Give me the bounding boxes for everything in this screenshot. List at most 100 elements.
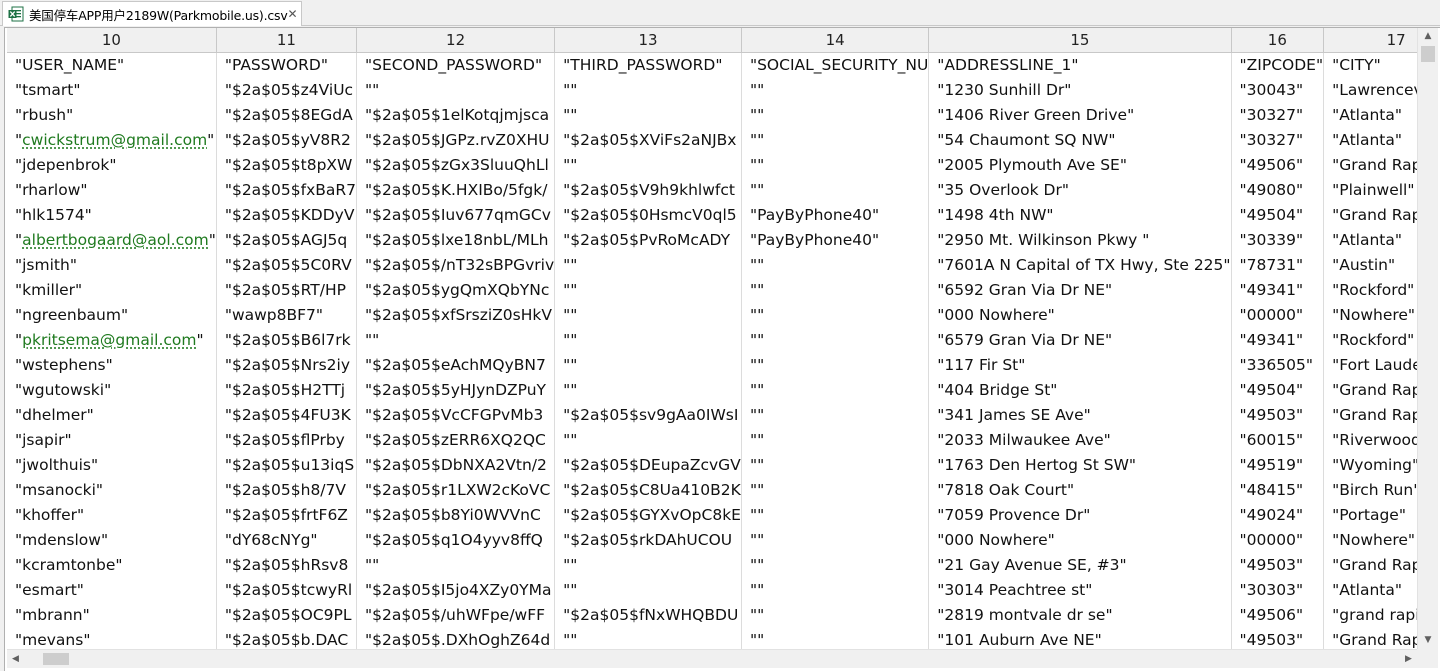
grid-cell[interactable]: "SECOND_PASSWORD" <box>356 52 556 78</box>
grid-cell[interactable]: "$2a$05$JGPz.rvZ0XHU <box>356 127 556 153</box>
grid-cell[interactable]: "$2a$05$XViFs2aNJBx <box>554 127 742 153</box>
grid-cell[interactable]: "Atlanta" <box>1323 227 1417 253</box>
grid-cell[interactable]: "2005 Plymouth Ave SE" <box>928 152 1232 178</box>
grid-cell[interactable]: "" <box>554 352 742 378</box>
grid-cell[interactable]: "cwickstrum@gmail.com" <box>7 127 217 153</box>
grid-cell[interactable]: "$2a$05$t8pXW <box>216 152 358 178</box>
grid-cell[interactable]: "wstephens" <box>7 352 217 378</box>
grid-cell[interactable]: "" <box>554 252 742 278</box>
grid-cell[interactable]: "" <box>741 327 930 353</box>
grid-cell[interactable]: "dY68cNYg" <box>216 527 358 553</box>
grid-cell[interactable]: "49503" <box>1231 627 1325 649</box>
grid-cell[interactable]: "30339" <box>1231 227 1325 253</box>
grid-cell[interactable]: "$2a$05$GYXvOpC8kE <box>554 502 742 528</box>
grid-cell[interactable]: "60015" <box>1231 427 1325 453</box>
grid-cell[interactable]: "" <box>741 502 930 528</box>
grid-cell[interactable]: "$2a$05$VcCFGPvMb3 <box>356 402 556 428</box>
grid-cell[interactable]: "$2a$05$8EGdA <box>216 102 358 128</box>
grid-cell[interactable]: "78731" <box>1231 252 1325 278</box>
email-link[interactable]: albertbogaard@aol.com <box>22 231 209 249</box>
grid-cell[interactable]: "49503" <box>1231 552 1325 578</box>
column-header[interactable]: 10 <box>7 28 217 53</box>
grid-cell[interactable]: "" <box>356 552 556 578</box>
grid-cell[interactable]: "54 Chaumont SQ NW" <box>928 127 1232 153</box>
grid-cell[interactable]: "$2a$05$hRsv8 <box>216 552 358 578</box>
grid-cell[interactable]: "albertbogaard@aol.com" <box>7 227 217 253</box>
grid-cell[interactable]: "00000" <box>1231 302 1325 328</box>
grid-cell[interactable]: "$2a$05$V9h9khlwfct <box>554 177 742 203</box>
column-header[interactable]: 12 <box>356 28 556 53</box>
grid-cell[interactable]: "$2a$05$OC9PL <box>216 602 358 628</box>
grid-cell[interactable]: "mdenslow" <box>7 527 217 553</box>
grid-cell[interactable]: "404 Bridge St" <box>928 377 1232 403</box>
grid-cell[interactable]: "$2a$05$AGJ5q <box>216 227 358 253</box>
grid-cell[interactable]: "48415" <box>1231 477 1325 503</box>
grid-cell[interactable]: "Grand Rapids" <box>1323 552 1417 578</box>
grid-cell[interactable]: "" <box>741 77 930 103</box>
grid-cell[interactable]: "Grand Rapids" <box>1323 202 1417 228</box>
grid-cell[interactable]: "" <box>554 427 742 453</box>
grid-cell[interactable]: "" <box>741 452 930 478</box>
grid-cell[interactable]: "PayByPhone40" <box>741 202 930 228</box>
grid-cell[interactable]: "$2a$05$b.DAC <box>216 627 358 649</box>
grid-cell[interactable]: "$2a$05$/nT32sBPGvriv <box>356 252 556 278</box>
horizontal-scroll-thumb[interactable] <box>43 653 69 665</box>
grid-cell[interactable]: "30327" <box>1231 102 1325 128</box>
grid-cell[interactable]: "jsapir" <box>7 427 217 453</box>
grid-cell[interactable]: "mbrann" <box>7 602 217 628</box>
scroll-right-arrow-icon[interactable]: ▶ <box>1400 650 1417 668</box>
grid-cell[interactable]: "000 Nowhere" <box>928 302 1232 328</box>
grid-cell[interactable]: "2033 Milwaukee Ave" <box>928 427 1232 453</box>
grid-cell[interactable]: "" <box>741 427 930 453</box>
grid-cell[interactable]: "$2a$05$.DXhOghZ64d <box>356 627 556 649</box>
grid-cell[interactable]: "$2a$05$eAchMQyBN7 <box>356 352 556 378</box>
grid-cell[interactable]: "ADDRESSLINE_1" <box>928 52 1232 78</box>
grid-cell[interactable]: "Rockford" <box>1323 277 1417 303</box>
grid-cell[interactable]: "" <box>741 377 930 403</box>
grid-cell[interactable]: "1406 River Green Drive" <box>928 102 1232 128</box>
grid-cell[interactable]: "$2a$05$Iuv677qmGCv <box>356 202 556 228</box>
grid-cell[interactable]: "rharlow" <box>7 177 217 203</box>
grid-cell[interactable]: "$2a$05$5yHJynDZPuY <box>356 377 556 403</box>
grid-cell[interactable]: "PayByPhone40" <box>741 227 930 253</box>
grid-cell[interactable]: "7059 Provence Dr" <box>928 502 1232 528</box>
grid-cell[interactable]: "Nowhere" <box>1323 527 1417 553</box>
grid-cell[interactable]: "" <box>741 102 930 128</box>
grid-cell[interactable]: "ngreenbaum" <box>7 302 217 328</box>
grid-cell[interactable]: "" <box>554 552 742 578</box>
grid-cell[interactable]: "$2a$05$sv9gAa0IWsI <box>554 402 742 428</box>
grid-cell[interactable]: "" <box>554 577 742 603</box>
grid-cell[interactable]: "USER_NAME" <box>7 52 217 78</box>
grid-cell[interactable]: "" <box>554 102 742 128</box>
grid-cell[interactable]: "1763 Den Hertog St SW" <box>928 452 1232 478</box>
grid-cell[interactable]: "pkritsema@gmail.com" <box>7 327 217 353</box>
grid-cell[interactable]: "$2a$05$Nrs2iy <box>216 352 358 378</box>
grid-cell[interactable]: "Birch Run" <box>1323 477 1417 503</box>
grid-cell[interactable]: "21 Gay Avenue SE, #3" <box>928 552 1232 578</box>
email-link[interactable]: pkritsema@gmail.com <box>22 331 196 349</box>
grid-cell[interactable]: "49506" <box>1231 602 1325 628</box>
grid-cell[interactable]: "Lawrenceville" <box>1323 77 1417 103</box>
column-header[interactable]: 16 <box>1231 28 1325 53</box>
grid-cell[interactable]: "" <box>554 327 742 353</box>
grid-cell[interactable]: "grand rapids" <box>1323 602 1417 628</box>
grid-cell[interactable]: "101 Auburn Ave NE" <box>928 627 1232 649</box>
grid-cell[interactable]: "" <box>741 602 930 628</box>
grid-cell[interactable]: "" <box>356 327 556 353</box>
grid-cell[interactable]: "$2a$05$RT/HP <box>216 277 358 303</box>
grid-cell[interactable]: "341 James SE Ave" <box>928 402 1232 428</box>
scroll-down-arrow-icon[interactable]: ▼ <box>1418 632 1438 649</box>
grid-cell[interactable]: "30327" <box>1231 127 1325 153</box>
grid-cell[interactable]: "wgutowski" <box>7 377 217 403</box>
grid-cell[interactable]: "" <box>554 152 742 178</box>
grid-cell[interactable]: "mevans" <box>7 627 217 649</box>
column-header[interactable]: 15 <box>928 28 1232 53</box>
grid-cell[interactable]: "PASSWORD" <box>216 52 358 78</box>
grid-cell[interactable]: "1498 4th NW" <box>928 202 1232 228</box>
grid-cell[interactable]: "Rockford" <box>1323 327 1417 353</box>
grid-cell[interactable]: "" <box>741 177 930 203</box>
grid-cell[interactable]: "" <box>741 402 930 428</box>
grid-cell[interactable]: "Fort Lauderdale" <box>1323 352 1417 378</box>
grid-cell[interactable]: "Portage" <box>1323 502 1417 528</box>
grid-cell[interactable]: "2819 montvale dr se" <box>928 602 1232 628</box>
